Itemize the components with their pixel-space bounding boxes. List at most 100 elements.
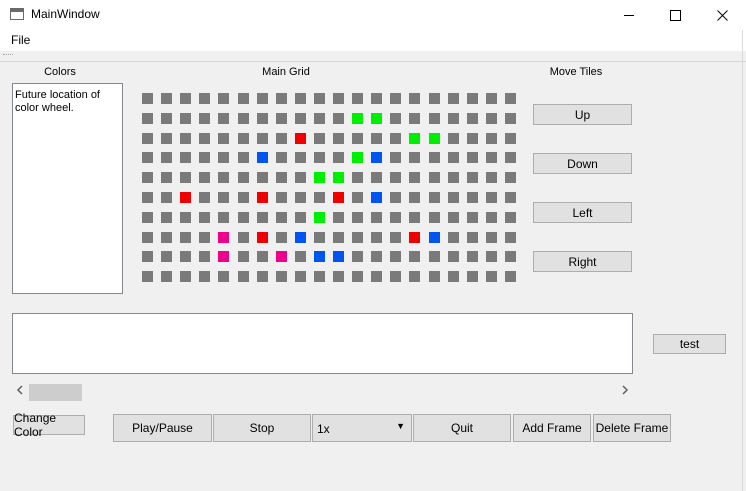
grid-tile[interactable] (352, 133, 363, 144)
main-grid[interactable] (142, 93, 516, 283)
grid-tile[interactable] (180, 232, 191, 243)
grid-tile[interactable] (352, 172, 363, 183)
grid-tile[interactable] (409, 152, 420, 163)
grid-tile[interactable] (371, 212, 382, 223)
grid-tile[interactable] (505, 251, 516, 262)
grid-tile[interactable] (142, 212, 153, 223)
add-frame-button[interactable]: Add Frame (513, 414, 591, 442)
grid-tile[interactable] (486, 192, 497, 203)
scroll-right-button[interactable] (621, 384, 629, 399)
grid-tile[interactable] (314, 192, 325, 203)
change-color-button[interactable]: Change Color (13, 411, 85, 439)
grid-tile[interactable] (238, 113, 249, 124)
grid-tile[interactable] (218, 172, 229, 183)
grid-tile[interactable] (161, 152, 172, 163)
grid-tile[interactable] (467, 113, 478, 124)
grid-tile[interactable] (257, 93, 268, 104)
grid-tile[interactable] (161, 271, 172, 282)
grid-tile[interactable] (390, 232, 401, 243)
grid-tile[interactable] (352, 251, 363, 262)
grid-tile[interactable] (409, 93, 420, 104)
test-button[interactable]: test (653, 334, 726, 354)
grid-tile[interactable] (295, 93, 306, 104)
grid-tile[interactable] (295, 271, 306, 282)
grid-tile[interactable] (180, 192, 191, 203)
grid-tile[interactable] (352, 271, 363, 282)
grid-tile[interactable] (238, 271, 249, 282)
grid-tile[interactable] (429, 152, 440, 163)
grid-tile[interactable] (180, 271, 191, 282)
grid-tile[interactable] (161, 133, 172, 144)
grid-tile[interactable] (218, 113, 229, 124)
grid-tile[interactable] (467, 212, 478, 223)
grid-tile[interactable] (238, 172, 249, 183)
grid-tile[interactable] (371, 192, 382, 203)
maximize-button[interactable] (652, 0, 698, 30)
grid-tile[interactable] (180, 251, 191, 262)
grid-tile[interactable] (333, 232, 344, 243)
grid-tile[interactable] (199, 172, 210, 183)
grid-tile[interactable] (276, 152, 287, 163)
grid-tile[interactable] (390, 172, 401, 183)
grid-tile[interactable] (429, 93, 440, 104)
grid-tile[interactable] (199, 152, 210, 163)
delete-frame-button[interactable]: Delete Frame (593, 414, 671, 442)
grid-tile[interactable] (314, 93, 325, 104)
grid-tile[interactable] (314, 212, 325, 223)
grid-tile[interactable] (352, 212, 363, 223)
quit-button[interactable]: Quit (413, 414, 511, 442)
grid-tile[interactable] (314, 172, 325, 183)
up-button[interactable]: Up (533, 104, 632, 125)
speed-select[interactable]: 1x ▼ (312, 414, 412, 442)
grid-tile[interactable] (352, 192, 363, 203)
grid-tile[interactable] (505, 113, 516, 124)
grid-tile[interactable] (276, 93, 287, 104)
grid-tile[interactable] (371, 113, 382, 124)
grid-tile[interactable] (390, 113, 401, 124)
toolbar-grip[interactable] (3, 54, 13, 57)
grid-tile[interactable] (371, 232, 382, 243)
grid-tile[interactable] (180, 212, 191, 223)
grid-tile[interactable] (161, 251, 172, 262)
grid-tile[interactable] (238, 133, 249, 144)
grid-tile[interactable] (238, 93, 249, 104)
grid-tile[interactable] (314, 251, 325, 262)
grid-tile[interactable] (295, 232, 306, 243)
grid-tile[interactable] (390, 192, 401, 203)
grid-tile[interactable] (142, 113, 153, 124)
grid-tile[interactable] (505, 93, 516, 104)
grid-tile[interactable] (505, 133, 516, 144)
grid-tile[interactable] (218, 93, 229, 104)
grid-tile[interactable] (390, 271, 401, 282)
grid-tile[interactable] (218, 192, 229, 203)
grid-tile[interactable] (333, 251, 344, 262)
right-button[interactable]: Right (533, 251, 632, 272)
down-button[interactable]: Down (533, 153, 632, 174)
grid-tile[interactable] (505, 192, 516, 203)
grid-tile[interactable] (429, 133, 440, 144)
grid-tile[interactable] (429, 232, 440, 243)
grid-tile[interactable] (257, 251, 268, 262)
grid-tile[interactable] (333, 271, 344, 282)
grid-tile[interactable] (276, 113, 287, 124)
grid-tile[interactable] (448, 172, 459, 183)
grid-tile[interactable] (199, 192, 210, 203)
grid-tile[interactable] (371, 152, 382, 163)
grid-tile[interactable] (505, 172, 516, 183)
grid-tile[interactable] (409, 212, 420, 223)
grid-tile[interactable] (371, 93, 382, 104)
grid-tile[interactable] (333, 133, 344, 144)
grid-tile[interactable] (199, 232, 210, 243)
grid-tile[interactable] (180, 133, 191, 144)
grid-tile[interactable] (161, 93, 172, 104)
grid-tile[interactable] (409, 271, 420, 282)
grid-tile[interactable] (467, 152, 478, 163)
grid-tile[interactable] (257, 232, 268, 243)
grid-tile[interactable] (295, 192, 306, 203)
grid-tile[interactable] (448, 251, 459, 262)
grid-tile[interactable] (180, 152, 191, 163)
grid-tile[interactable] (161, 113, 172, 124)
grid-tile[interactable] (314, 113, 325, 124)
grid-tile[interactable] (199, 271, 210, 282)
grid-tile[interactable] (161, 232, 172, 243)
